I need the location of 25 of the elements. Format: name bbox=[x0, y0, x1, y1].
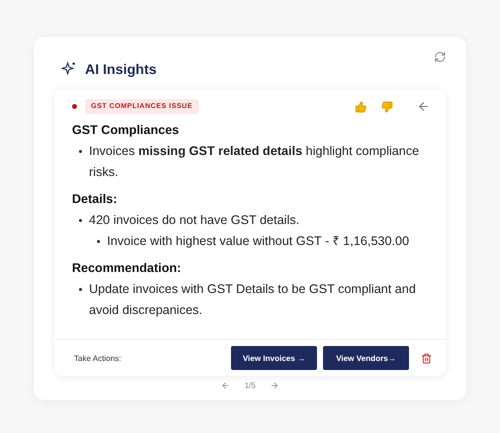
previous-icon[interactable] bbox=[221, 381, 230, 390]
bullet-icon bbox=[79, 150, 82, 153]
section-heading: GST Compliances bbox=[72, 123, 180, 137]
next-icon[interactable] bbox=[270, 381, 279, 390]
actions-label: Take Actions: bbox=[74, 354, 122, 362]
delete-icon[interactable] bbox=[421, 352, 432, 364]
action-button[interactable]: View Invoices → bbox=[231, 346, 317, 370]
refresh-icon[interactable] bbox=[434, 51, 446, 63]
sparkle-icon bbox=[61, 61, 77, 77]
status-dot bbox=[72, 104, 77, 109]
section-heading: Recommendation: bbox=[72, 261, 182, 275]
bullet-text: Update invoices with GST Details to be GST compliant and avoid discrepanices. bbox=[89, 281, 417, 319]
panel-title: AI Insights bbox=[85, 61, 157, 77]
bullet-icon bbox=[97, 240, 100, 243]
bullet-icon bbox=[79, 219, 82, 222]
thumbs-down-icon[interactable] bbox=[381, 100, 393, 112]
action-button[interactable]: View Vendors→ bbox=[323, 346, 409, 370]
bullet-text: Invoices missing GST related details highlight compliance risks. bbox=[89, 143, 420, 181]
back-arrow-icon[interactable] bbox=[417, 100, 430, 113]
thumbs-up-icon[interactable] bbox=[355, 100, 367, 112]
page-indicator: 1/5 bbox=[244, 381, 256, 390]
bullet-text: Invoice with highest value without GST - ₹ 1,16,530.00 bbox=[107, 233, 410, 250]
bullet-text: 420 invoices do not have GST details. bbox=[89, 212, 300, 229]
section-heading: Details: bbox=[72, 192, 118, 206]
bullet-icon bbox=[79, 288, 82, 291]
